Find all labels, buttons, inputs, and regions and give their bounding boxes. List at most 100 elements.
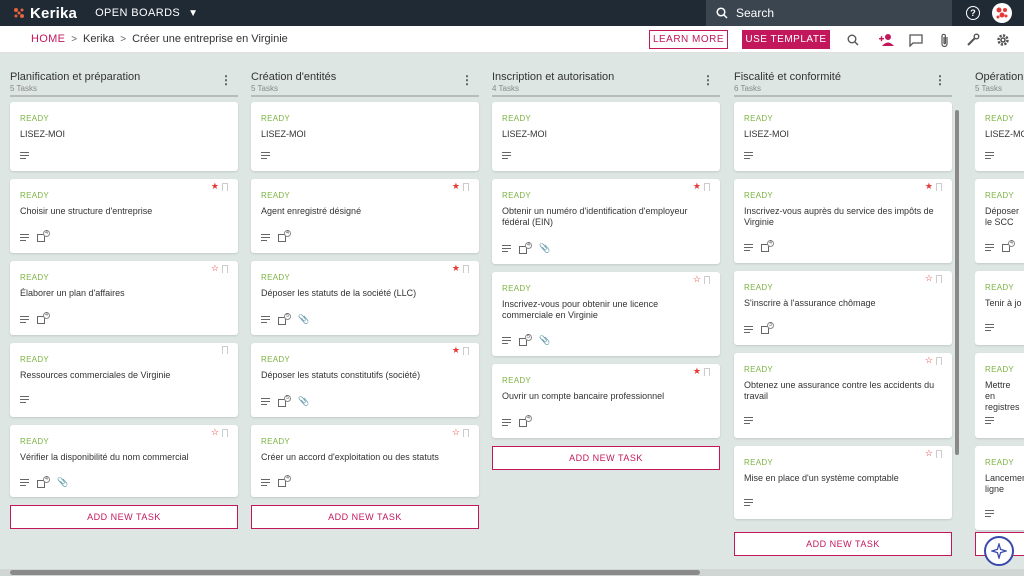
column-title[interactable]: Opération [975, 71, 1024, 83]
star-icon[interactable]: ★ [693, 182, 701, 191]
star-icon[interactable]: ☆ [925, 449, 933, 458]
learn-more-button[interactable]: LEARN MORE [649, 30, 728, 49]
add-new-task-button[interactable]: ADD NEW TASK [251, 505, 479, 529]
star-icon[interactable]: ★ [693, 367, 701, 376]
star-icon[interactable]: ★ [452, 346, 460, 355]
task-card[interactable]: ☆ READY Vérifier la disponibilité du nom… [10, 425, 238, 497]
chat-icon[interactable] [908, 32, 924, 48]
attachment-icon: 📎 [298, 314, 310, 324]
breadcrumb-home[interactable]: HOME [31, 33, 65, 45]
description-icon [502, 337, 511, 344]
star-icon[interactable]: ★ [452, 182, 460, 191]
task-card[interactable]: ☆ READY Créer un accord d'exploitation o… [251, 425, 479, 497]
breadcrumb: HOME > Kerika > Créer une entreprise en … [31, 33, 288, 45]
help-icon[interactable]: ? [966, 6, 980, 20]
star-icon[interactable]: ☆ [211, 264, 219, 273]
bookmark-icon[interactable] [463, 182, 469, 191]
checklist-icon: 4 [519, 241, 532, 254]
board-horizontal-scrollbar[interactable] [0, 569, 1024, 576]
more-vertical-icon[interactable]: ⋮ [461, 74, 473, 86]
star-icon[interactable]: ☆ [452, 428, 460, 437]
task-card[interactable]: READY Mettre en registres [975, 353, 1024, 438]
task-card[interactable]: ★ READY Ouvrir un compte bancaire profes… [492, 364, 720, 438]
column-title[interactable]: Inscription et autorisation [492, 71, 720, 83]
task-card[interactable]: READY Ressources commerciales de Virgini… [10, 343, 238, 417]
attachment-icon[interactable] [937, 32, 953, 48]
open-boards-menu[interactable]: OPEN BOARDS ▼ [95, 7, 198, 19]
task-status: READY [744, 365, 774, 374]
checklist-icon: 4 [278, 475, 291, 487]
bookmark-icon[interactable] [704, 367, 710, 376]
ai-assistant-button[interactable] [984, 536, 1014, 566]
app-logo[interactable]: Kerika [12, 5, 77, 22]
bookmark-icon[interactable] [463, 264, 469, 273]
bookmark-icon[interactable] [222, 264, 228, 273]
add-new-task-button[interactable]: ADD NEW TASK [10, 505, 238, 529]
task-card[interactable]: ☆ READY Inscrivez-vous pour obtenir une … [492, 272, 720, 356]
task-card[interactable]: ☆ READY Obtenez une assurance contre les… [734, 353, 952, 438]
add-new-task-button[interactable]: ADD NEW TASK [492, 446, 720, 470]
task-card[interactable]: READY LISEZ-MOI [975, 102, 1024, 171]
bookmark-icon[interactable] [704, 182, 710, 191]
search-icon[interactable] [845, 32, 861, 48]
avatar[interactable] [992, 3, 1012, 23]
description-icon [502, 152, 511, 159]
task-card[interactable]: ★ READY Agent enregistré désigné 4 [251, 179, 479, 253]
bookmark-icon[interactable] [936, 356, 942, 365]
star-icon[interactable]: ☆ [211, 428, 219, 437]
star-icon[interactable]: ☆ [693, 275, 701, 284]
use-template-button[interactable]: USE TEMPLATE [742, 30, 830, 49]
bookmark-icon[interactable] [463, 346, 469, 355]
task-card[interactable]: READY Lancemen ligne [975, 446, 1024, 530]
task-card[interactable]: ★ READY Obtenir un numéro d'identificati… [492, 179, 720, 264]
task-card[interactable]: READY LISEZ-MOI [734, 102, 952, 171]
task-title: Élaborer un plan d'affaires [20, 288, 125, 298]
bookmark-icon[interactable] [704, 275, 710, 284]
task-card[interactable]: ★ READY Choisir une structure d'entrepri… [10, 179, 238, 253]
task-card[interactable]: READY LISEZ-MOI [251, 102, 479, 171]
more-vertical-icon[interactable]: ⋮ [934, 74, 946, 86]
task-card[interactable]: ★ READY Déposer les statuts constitutifs… [251, 343, 479, 417]
star-icon[interactable]: ☆ [925, 356, 933, 365]
task-status: READY [744, 283, 774, 292]
task-card[interactable]: READY LISEZ-MOI [492, 102, 720, 171]
task-card[interactable]: ★ READY Inscrivez-vous auprès du service… [734, 179, 952, 263]
star-icon[interactable]: ☆ [925, 274, 933, 283]
star-icon[interactable]: ★ [452, 264, 460, 273]
add-user-icon[interactable] [879, 32, 895, 48]
bookmark-icon[interactable] [936, 274, 942, 283]
column-header: Fiscalité et conformité 6 Tasks ⋮ [734, 71, 952, 97]
task-card[interactable]: READY Tenir à jo [975, 271, 1024, 345]
bookmark-icon[interactable] [463, 428, 469, 437]
add-new-task-button[interactable]: ADD NEW TASK [734, 532, 952, 556]
gear-icon[interactable] [995, 32, 1011, 48]
bookmark-icon[interactable] [936, 182, 942, 191]
description-icon [261, 316, 270, 323]
breadcrumb-parent[interactable]: Kerika [83, 33, 114, 45]
description-icon [20, 315, 29, 323]
tools-icon[interactable] [965, 32, 981, 48]
column-title[interactable]: Création d'entités [251, 71, 479, 83]
column-title[interactable]: Planification et préparation [10, 71, 238, 83]
bookmark-icon[interactable] [222, 346, 228, 354]
task-card[interactable]: ☆ READY S'inscrire à l'assurance chômage… [734, 271, 952, 345]
star-icon[interactable]: ★ [925, 182, 933, 191]
column-title[interactable]: Fiscalité et conformité [734, 71, 952, 83]
task-card[interactable]: ☆ READY Élaborer un plan d'affaires 4 [10, 261, 238, 335]
column-scrollbar[interactable] [954, 110, 960, 552]
search-input[interactable]: Search [706, 0, 952, 26]
task-card[interactable]: ★ READY Déposer les statuts de la sociét… [251, 261, 479, 335]
description-icon [744, 325, 753, 333]
more-vertical-icon[interactable]: ⋮ [220, 74, 232, 86]
bookmark-icon[interactable] [222, 182, 228, 191]
attachment-icon: 📎 [539, 243, 551, 253]
more-vertical-icon[interactable]: ⋮ [702, 74, 714, 86]
bookmark-icon[interactable] [936, 449, 942, 458]
task-card[interactable]: ☆ READY Mise en place d'un système compt… [734, 446, 952, 519]
task-title: Inscrivez-vous auprès du service des imp… [744, 206, 934, 227]
task-card[interactable]: READY Déposer le SCC 4 [975, 179, 1024, 263]
bookmark-icon[interactable] [222, 428, 228, 437]
star-icon[interactable]: ★ [211, 182, 219, 191]
task-card[interactable]: READY LISEZ-MOI [10, 102, 238, 171]
task-title: Inscrivez-vous pour obtenir une licence … [502, 299, 659, 320]
